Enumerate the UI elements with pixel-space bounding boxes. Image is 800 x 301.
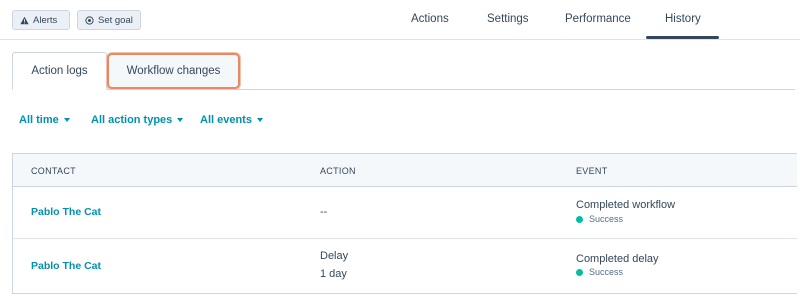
table-header: CONTACT ACTION EVENT — [13, 154, 797, 187]
status-text: Success — [589, 267, 624, 277]
column-header-event[interactable]: EVENT — [576, 166, 608, 176]
tab-workflow-changes[interactable]: Workflow changes — [107, 53, 240, 89]
contact-link[interactable]: Pablo The Cat — [31, 260, 101, 272]
top-header: Alerts Set goal Actions Settings Perform… — [0, 0, 800, 40]
tab-action-logs-label: Action logs — [31, 65, 88, 77]
contact-link[interactable]: Pablo The Cat — [31, 206, 101, 218]
success-dot-icon — [576, 268, 583, 276]
nav-history[interactable]: History — [665, 13, 701, 25]
status-badge: Success — [576, 214, 623, 224]
column-header-contact[interactable]: CONTACT — [31, 166, 76, 176]
action-text: -- — [320, 206, 328, 218]
history-table: CONTACT ACTION EVENT Pablo The Cat -- Co… — [12, 153, 797, 294]
chevron-down-icon — [256, 118, 263, 122]
tab-workflow-changes-label: Workflow changes — [126, 65, 221, 77]
column-header-action[interactable]: ACTION — [320, 166, 356, 176]
action-text: Delay — [320, 250, 349, 262]
event-title: Completed delay — [576, 253, 659, 265]
table-row: Pablo The Cat Delay 1 day Completed dela… — [13, 239, 797, 294]
nav-settings[interactable]: Settings — [487, 13, 529, 25]
nav-actions[interactable]: Actions — [411, 13, 449, 25]
alerts-label: Alerts — [33, 14, 58, 26]
event-title: Completed workflow — [576, 199, 676, 211]
filter-events-dropdown[interactable]: All events — [200, 114, 263, 126]
chevron-down-icon — [63, 118, 70, 122]
set-goal-button[interactable]: Set goal — [77, 10, 141, 30]
target-icon — [85, 15, 94, 25]
status-badge: Success — [576, 267, 623, 277]
set-goal-label: Set goal — [98, 14, 133, 26]
nav-performance[interactable]: Performance — [565, 13, 631, 25]
warning-icon — [20, 16, 29, 24]
status-text: Success — [589, 214, 624, 224]
action-detail-text: 1 day — [320, 268, 347, 280]
chevron-down-icon — [177, 118, 184, 122]
filter-action-types-dropdown[interactable]: All action types — [91, 114, 184, 126]
active-nav-indicator — [646, 36, 719, 39]
filter-action-types-label: All action types — [91, 114, 173, 126]
success-dot-icon — [576, 215, 583, 223]
alerts-button[interactable]: Alerts — [12, 10, 70, 30]
tab-action-logs[interactable]: Action logs — [12, 52, 107, 90]
filter-time-dropdown[interactable]: All time — [19, 114, 70, 126]
tabs-divider — [12, 89, 795, 90]
table-row: Pablo The Cat -- Completed workflow Succ… — [13, 187, 797, 239]
filter-events-label: All events — [200, 114, 252, 126]
filter-time-label: All time — [19, 114, 59, 126]
